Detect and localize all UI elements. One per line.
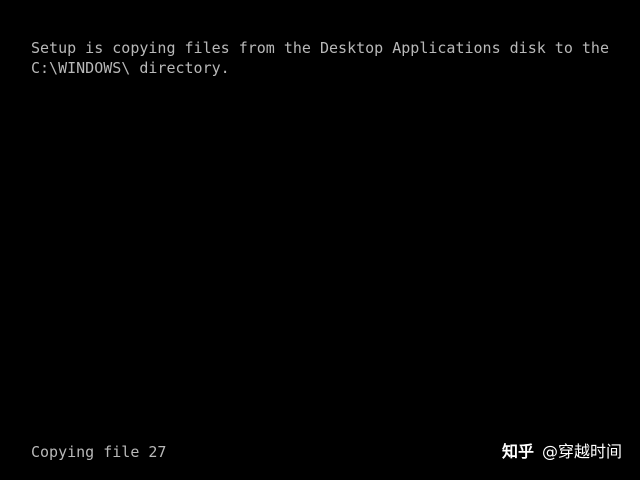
setup-message-line-1: Setup is copying files from the Desktop … <box>31 39 609 57</box>
setup-console-screen: Setup is copying files from the Desktop … <box>0 0 640 480</box>
copy-status-text: Copying file 27 <box>31 443 167 461</box>
setup-message-line-2: C:\WINDOWS\ directory. <box>31 59 230 77</box>
watermark-brand: 知乎 <box>501 442 534 461</box>
watermark-handle: @穿越时间 <box>541 442 622 461</box>
watermark: 知乎 @穿越时间 <box>502 441 622 463</box>
